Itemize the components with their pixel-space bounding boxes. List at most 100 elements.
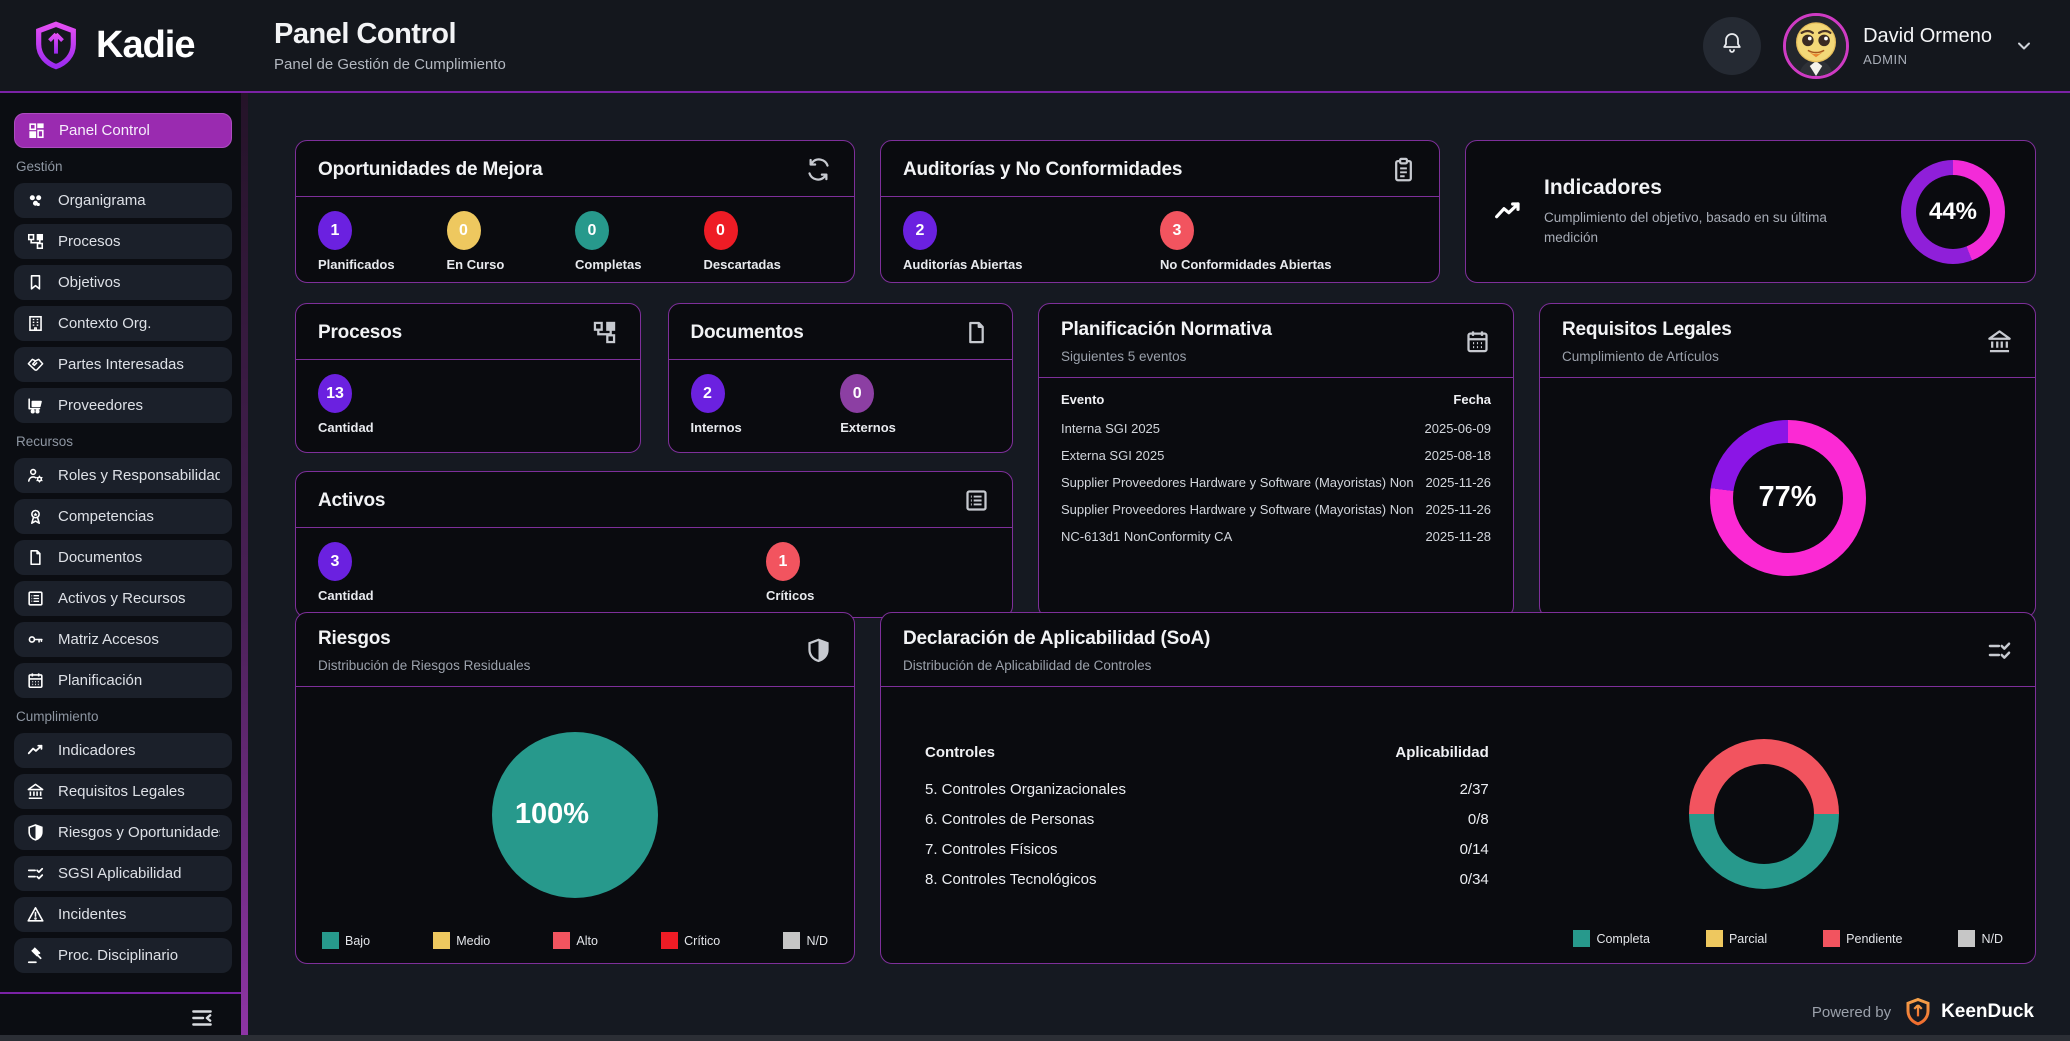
table-row: NC-613d1 NonConformity CA 2025-11-28 <box>1061 529 1491 544</box>
cart-icon <box>26 396 45 415</box>
sidebar-item-documentos[interactable]: Documentos <box>14 540 232 575</box>
control-value: 0/8 <box>1468 811 1489 828</box>
legend-item-bajo: Bajo <box>322 932 370 949</box>
table-row: 6. Controles de Personas 0/8 <box>925 811 1489 828</box>
stat-internos: 2 Internos <box>691 374 841 435</box>
user-name: David Ormeno <box>1863 25 1992 48</box>
avatar <box>1783 13 1849 79</box>
table-row: Supplier Proveedores Hardware y Software… <box>1061 502 1491 517</box>
sidebar-item-riesgos[interactable]: Riesgos y Oportunidades <box>14 815 232 850</box>
bank-icon <box>26 782 45 801</box>
sidebar-section-cumplimiento: Cumplimiento <box>16 709 230 724</box>
card-auditorias: Auditorías y No Conformidades 2 Auditorí… <box>880 140 1440 283</box>
pie-percent: 100% <box>515 798 589 831</box>
page-subtitle: Panel de Gestión de Cumplimiento <box>274 56 506 73</box>
card-title: Auditorías y No Conformidades <box>903 159 1376 181</box>
stat-label: Críticos <box>766 588 990 603</box>
list-box-icon <box>963 487 990 514</box>
sidebar-item-sgsi[interactable]: SGSI Aplicabilidad <box>14 856 232 891</box>
org-cluster-icon <box>26 191 45 210</box>
sidebar-item-label: SGSI Aplicabilidad <box>58 865 181 882</box>
keenduck-link[interactable]: KeenDuck <box>1903 997 2034 1027</box>
horizontal-scrollbar[interactable] <box>0 1035 2070 1041</box>
sidebar-item-partes[interactable]: Partes Interesadas <box>14 347 232 382</box>
sidebar-item-label: Competencias <box>58 508 154 525</box>
sidebar-item-proveedores[interactable]: Proveedores <box>14 388 232 423</box>
card-oportunidades: Oportunidades de Mejora 1 Planificados 0… <box>295 140 855 283</box>
sidebar-item-planificacion[interactable]: Planificación <box>14 663 232 698</box>
control-name: 8. Controles Tecnológicos <box>925 871 1097 888</box>
notifications-button[interactable] <box>1703 17 1761 75</box>
card-title: Requisitos Legales <box>1562 319 1972 341</box>
legend-item-medio: Medio <box>433 932 490 949</box>
sidebar-item-label: Requisitos Legales <box>58 783 185 800</box>
sidebar-item-incidentes[interactable]: Incidentes <box>14 897 232 932</box>
sidebar-item-contexto[interactable]: Contexto Org. <box>14 306 232 341</box>
risks-legend: Bajo Medio Alto Crítico <box>316 932 834 949</box>
trend-icon <box>1492 196 1524 228</box>
legend-label: Medio <box>456 934 490 948</box>
stat-label: Auditorías Abiertas <box>903 257 1160 272</box>
legend-swatch <box>1573 930 1590 947</box>
stat-completas: 0 Completas <box>575 211 704 272</box>
sidebar-item-label: Roles y Responsabilidades <box>58 467 220 484</box>
legend-label: Pendiente <box>1846 932 1902 946</box>
brand-name: Kadie <box>96 24 194 67</box>
event-date: 2025-08-18 <box>1425 448 1492 463</box>
card-riesgos: Riesgos Distribución de Riesgos Residual… <box>295 612 855 964</box>
sidebar-item-matriz-accesos[interactable]: Matriz Accesos <box>14 622 232 657</box>
sidebar-item-organigrama[interactable]: Organigrama <box>14 183 232 218</box>
event-name: Supplier Proveedores Hardware y Software… <box>1061 502 1413 517</box>
legend-item-critico: Crítico <box>661 932 720 949</box>
sidebar-item-label: Activos y Recursos <box>58 590 186 607</box>
legend-label: Crítico <box>684 934 720 948</box>
sidebar-item-label: Proveedores <box>58 397 143 414</box>
top-header: Kadie Panel Control Panel de Gestión de … <box>0 0 2070 93</box>
legend-item-alto: Alto <box>553 932 598 949</box>
refresh-icon[interactable] <box>805 156 832 183</box>
event-date: 2025-11-26 <box>1425 502 1491 517</box>
sidebar-item-disciplinario[interactable]: Proc. Disciplinario <box>14 938 232 973</box>
sidebar-item-requisitos-legales[interactable]: Requisitos Legales <box>14 774 232 809</box>
sidebar-section-gestion: Gestión <box>16 159 230 174</box>
risks-pie-chart: 100% <box>492 732 658 898</box>
stat-badge: 13 <box>318 374 352 413</box>
sidebar-item-roles[interactable]: Roles y Responsabilidades <box>14 458 232 493</box>
sidebar-item-procesos[interactable]: Procesos <box>14 224 232 259</box>
sidebar-item-indicadores[interactable]: Indicadores <box>14 733 232 768</box>
user-menu[interactable]: David Ormeno ADMIN <box>1783 13 2034 79</box>
sidebar-item-panel-control[interactable]: Panel Control <box>14 113 232 148</box>
table-row: Interna SGI 2025 2025-06-09 <box>1061 421 1491 436</box>
sidebar-footer <box>0 992 241 1041</box>
shield-icon <box>26 823 45 842</box>
control-value: 0/14 <box>1460 841 1489 858</box>
legend-swatch <box>1706 930 1723 947</box>
sidebar-item-label: Matriz Accesos <box>58 631 159 648</box>
brand-logo[interactable]: Kadie <box>0 20 248 72</box>
sidebar-item-competencias[interactable]: Competencias <box>14 499 232 534</box>
stat-label: Cantidad <box>318 420 618 435</box>
event-name: Supplier Proveedores Hardware y Software… <box>1061 475 1413 490</box>
card-subtitle: Siguientes 5 eventos <box>1061 349 1450 364</box>
page-title: Panel Control <box>274 18 506 51</box>
calendar-icon <box>1464 328 1491 355</box>
sidebar-item-objetivos[interactable]: Objetivos <box>14 265 232 300</box>
control-name: 7. Controles Físicos <box>925 841 1058 858</box>
keenduck-brand-name: KeenDuck <box>1941 1001 2034 1023</box>
control-value: 2/37 <box>1460 781 1489 798</box>
stat-descartadas: 0 Descartadas <box>704 211 833 272</box>
legend-item-completa: Completa <box>1573 930 1650 947</box>
legend-swatch <box>433 932 450 949</box>
sidebar-item-activos-recursos[interactable]: Activos y Recursos <box>14 581 232 616</box>
legend-swatch <box>783 932 800 949</box>
powered-by-label: Powered by <box>1812 1004 1891 1021</box>
control-name: 6. Controles de Personas <box>925 811 1094 828</box>
card-subtitle: Cumplimiento del objetivo, basado en su … <box>1544 208 1844 247</box>
legend-item-pendiente: Pendiente <box>1823 930 1902 947</box>
clipboard-icon <box>1390 156 1417 183</box>
sidebar-collapse-button[interactable] <box>189 1005 215 1031</box>
event-date: 2025-11-26 <box>1425 475 1491 490</box>
sidebar-section-recursos: Recursos <box>16 434 230 449</box>
card-subtitle: Distribución de Aplicabilidad de Control… <box>903 658 1972 673</box>
table-row: Supplier Proveedores Hardware y Software… <box>1061 475 1491 490</box>
